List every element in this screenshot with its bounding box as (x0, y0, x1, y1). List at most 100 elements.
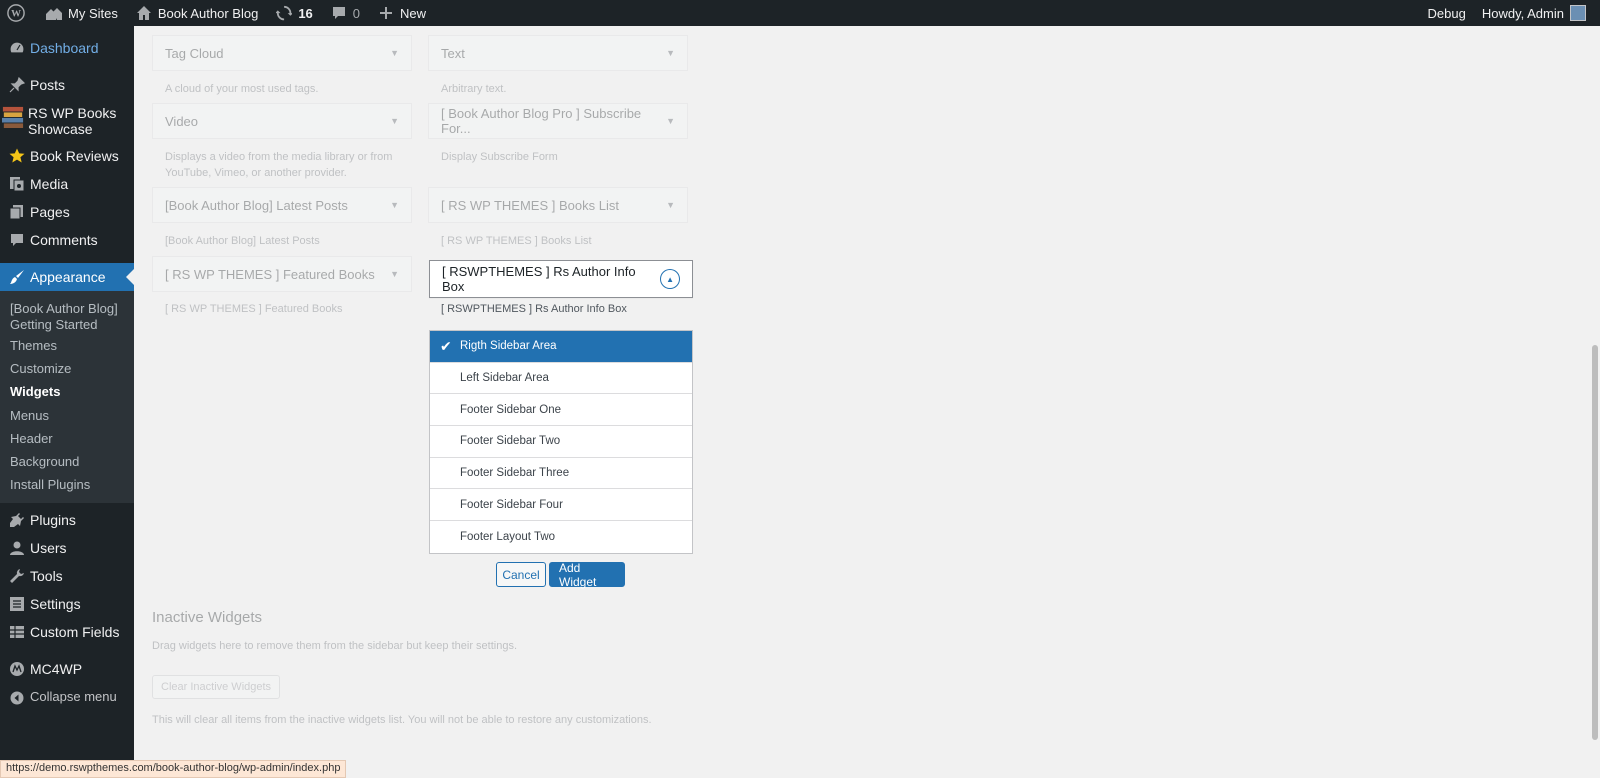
submenu-getting-started[interactable]: [Book Author Blog] Getting Started (0, 297, 134, 335)
chevron-down-icon: ▼ (666, 116, 675, 126)
widget-books-list[interactable]: [ RS WP THEMES ] Books List ▼ (428, 187, 688, 223)
area-option-footer-two[interactable]: Footer Sidebar Two (430, 426, 692, 458)
area-option-footer-four[interactable]: Footer Sidebar Four (430, 489, 692, 522)
new-label: New (400, 5, 427, 21)
add-widget-button[interactable]: Add Widget (549, 561, 625, 589)
area-option-label: Rigth Sidebar Area (460, 340, 557, 353)
menu-tools[interactable]: Tools (0, 567, 134, 595)
menu-users[interactable]: Users (0, 539, 134, 567)
menu-rs-books-label: RS WP Books Showcase (28, 105, 117, 138)
comments-menu[interactable]: 0 (321, 0, 368, 26)
menu-posts-label: Posts (30, 77, 66, 93)
inactive-widgets-description: Drag widgets here to remove them from th… (152, 640, 518, 652)
inactive-widgets-title: Inactive Widgets (152, 609, 263, 626)
clear-inactive-widgets-button[interactable]: Clear Inactive Widgets (152, 675, 281, 699)
menu-rs-books[interactable]: RS WP Books Showcase (0, 104, 134, 147)
widget-video[interactable]: Video ▼ (152, 103, 412, 139)
submenu-themes[interactable]: Themes (0, 335, 134, 358)
submenu-customize[interactable]: Customize (0, 358, 134, 381)
submenu-menus[interactable]: Menus (0, 405, 134, 428)
area-option-right-sidebar[interactable]: ✔ Rigth Sidebar Area (430, 331, 692, 363)
admin-bar: W My Sites Book Author Blog 16 0 New Deb… (0, 0, 1600, 26)
browser-status-url: https://demo.rswpthemes.com/book-author-… (0, 760, 347, 778)
comments-count: 0 (352, 5, 361, 21)
widget-description: A cloud of your most used tags. (165, 83, 319, 95)
area-option-footer-one[interactable]: Footer Sidebar One (430, 394, 692, 427)
widget-title: [ Book Author Blog Pro ] Subscribe For..… (441, 106, 642, 136)
chevron-down-icon: ▼ (666, 48, 675, 58)
submenu-background[interactable]: Background (0, 451, 134, 474)
widget-title: Text (441, 45, 465, 61)
appearance-submenu: [Book Author Blog] Getting Started Theme… (0, 291, 134, 503)
wordpress-logo-button[interactable]: W (0, 0, 36, 26)
menu-comments[interactable]: Comments (0, 231, 134, 263)
admin-menu: Dashboard Posts RS WP Books Showcase Boo… (0, 26, 134, 778)
menu-users-label: Users (30, 540, 67, 556)
widget-tag-cloud[interactable]: Tag Cloud ▼ (152, 35, 412, 71)
collapse-icon (8, 689, 26, 707)
menu-appearance-label: Appearance (30, 269, 106, 286)
menu-dashboard[interactable]: Dashboard (0, 39, 134, 76)
widget-subscribe-form[interactable]: [ Book Author Blog Pro ] Subscribe For..… (428, 103, 688, 139)
area-option-footer-three[interactable]: Footer Sidebar Three (430, 458, 692, 490)
widget-description: Display Subscribe Form (441, 151, 558, 163)
widget-text[interactable]: Text ▼ (428, 35, 688, 71)
new-content-menu[interactable]: New (368, 0, 434, 26)
widget-title: [ RS WP THEMES ] Books List (441, 197, 619, 213)
dashboard-icon (8, 39, 26, 57)
menu-media-label: Media (30, 176, 69, 192)
updates-menu[interactable]: 16 (266, 0, 320, 26)
widget-featured-books[interactable]: [ RS WP THEMES ] Featured Books ▼ (152, 256, 412, 292)
wrench-icon (8, 567, 26, 585)
menu-appearance[interactable]: Appearance (0, 263, 134, 291)
widget-area-chooser: ✔ Rigth Sidebar Area Left Sidebar Area F… (429, 330, 693, 554)
collapse-menu-label: Collapse menu (30, 689, 117, 704)
plugin-icon (8, 511, 26, 529)
account-menu[interactable]: Howdy, Admin (1474, 0, 1600, 26)
widget-description: [ RS WP THEMES ] Books List (441, 235, 592, 247)
submenu-header[interactable]: Header (0, 428, 134, 451)
paintbrush-icon (8, 268, 26, 286)
menu-settings[interactable]: Settings (0, 595, 134, 623)
widget-description: [ RS WP THEMES ] Featured Books (165, 303, 343, 315)
submenu-widgets[interactable]: Widgets (0, 381, 134, 405)
chevron-down-icon: ▼ (390, 48, 399, 58)
avatar (1570, 5, 1586, 21)
menu-pages[interactable]: Pages (0, 203, 134, 231)
area-option-footer-layout-two[interactable]: Footer Layout Two (430, 521, 692, 553)
menu-custom-fields-label: Custom Fields (30, 624, 120, 640)
menu-dashboard-label: Dashboard (30, 40, 99, 56)
clear-inactive-widgets-description: This will clear all items from the inact… (152, 714, 652, 726)
custom-fields-icon (8, 623, 26, 641)
widget-latest-posts[interactable]: [Book Author Blog] Latest Posts ▼ (152, 187, 412, 223)
menu-book-reviews-label: Book Reviews (30, 148, 119, 164)
svg-text:W: W (11, 9, 21, 20)
area-option-left-sidebar[interactable]: Left Sidebar Area (430, 363, 692, 395)
site-name-label: Book Author Blog (157, 5, 259, 21)
widget-description: Displays a video from the media library … (165, 151, 393, 179)
widget-title: [ RS WP THEMES ] Featured Books (165, 266, 375, 282)
submenu-install-plugins[interactable]: Install Plugins (0, 474, 134, 497)
menu-book-reviews[interactable]: Book Reviews (0, 147, 134, 175)
my-sites-label: My Sites (68, 5, 118, 21)
menu-custom-fields[interactable]: Custom Fields (0, 623, 134, 660)
my-sites-menu[interactable]: My Sites (36, 0, 126, 26)
menu-posts[interactable]: Posts (0, 76, 134, 104)
cancel-button[interactable]: Cancel (496, 562, 546, 587)
my-sites-icon (44, 3, 64, 23)
debug-menu[interactable]: Debug (1420, 0, 1474, 26)
menu-plugins[interactable]: Plugins (0, 511, 134, 539)
area-option-label: Footer Layout Two (460, 530, 556, 543)
chevron-up-icon[interactable]: ▲ (660, 269, 680, 289)
page-scrollbar[interactable] (1592, 345, 1598, 740)
active-widget-description: [ RSWPTHEMES ] Rs Author Info Box (441, 303, 627, 315)
mc4wp-icon (8, 660, 26, 678)
widget-author-info-box[interactable]: [ RSWPTHEMES ] Rs Author Info Box ▲ (429, 260, 693, 298)
collapse-menu-button[interactable]: Collapse menu (0, 689, 134, 717)
chevron-down-icon: ▼ (390, 116, 399, 126)
menu-comments-label: Comments (30, 232, 98, 248)
menu-mc4wp[interactable]: MC4WP (0, 660, 134, 689)
site-name-menu[interactable]: Book Author Blog (126, 0, 266, 26)
menu-media[interactable]: Media (0, 175, 134, 203)
menu-tools-label: Tools (30, 568, 63, 584)
